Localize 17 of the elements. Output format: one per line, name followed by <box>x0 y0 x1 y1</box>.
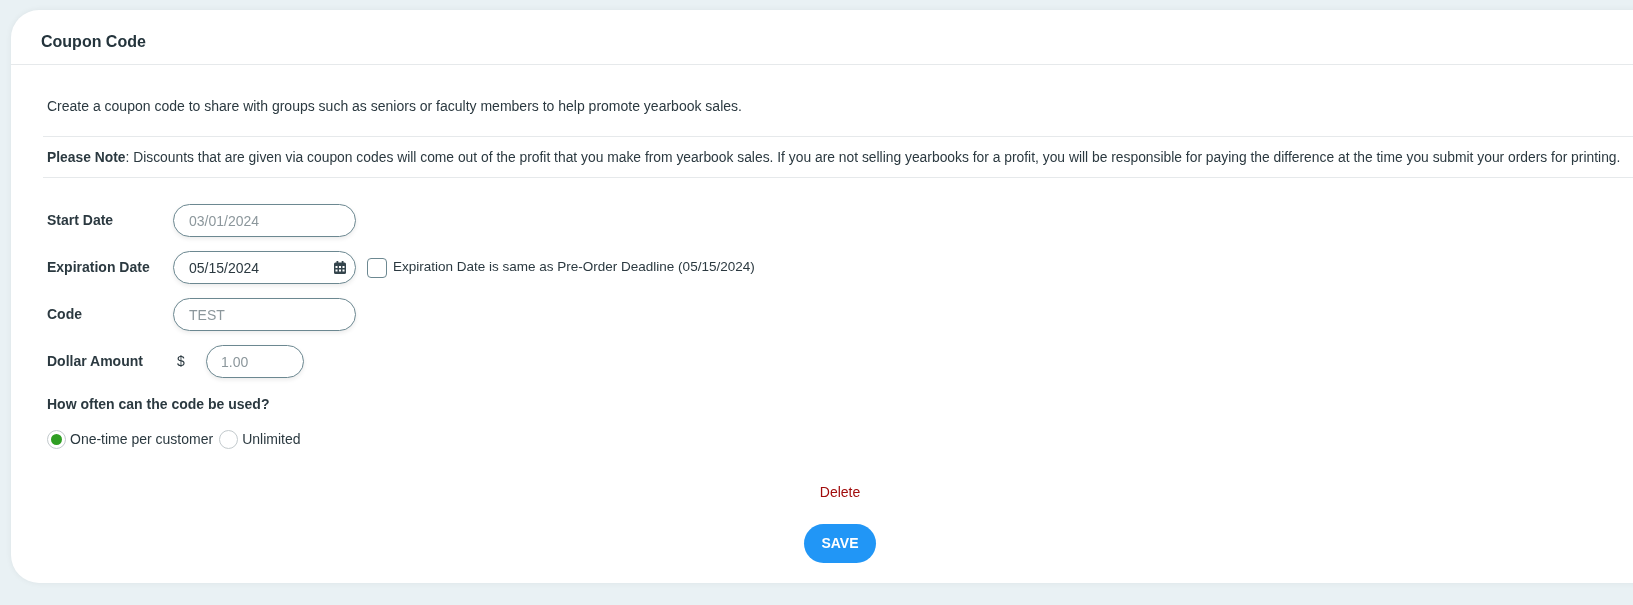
intro-text: Create a coupon code to share with groups such as seniors or faculty members to help promote yearbook sales. <box>47 98 742 114</box>
date-field[interactable]: 05/15/2024 <box>173 251 356 284</box>
currency-symbol: $ <box>177 352 186 371</box>
field-label: Dollar Amount <box>47 352 144 371</box>
radio-button[interactable] <box>47 430 66 449</box>
radio-button[interactable] <box>219 430 239 449</box>
checkbox[interactable] <box>367 257 387 278</box>
radio-label[interactable]: Unlimited <box>242 429 301 450</box>
note-text: Please Note: Discounts that are given via coupon codes will come out of the profit that you make from yearbook sales. If you are not selling yearbooks for a profit, you will be responsible for paying the difference at the time you submit your orders for printing. <box>47 148 1622 166</box>
field-label: Expiration Date <box>47 258 151 277</box>
usage-question: How often can the code be used? <box>47 396 270 412</box>
radio-label[interactable]: One-time per customer <box>70 429 214 450</box>
checkbox-label[interactable]: Expiration Date is same as Pre-Order Deadline (05/15/2024) <box>393 257 755 278</box>
delete-link[interactable]: Delete <box>819 483 861 501</box>
field-label: Start Date <box>47 211 115 230</box>
field-label: Code <box>47 305 83 324</box>
card-title: Coupon Code <box>41 32 146 52</box>
